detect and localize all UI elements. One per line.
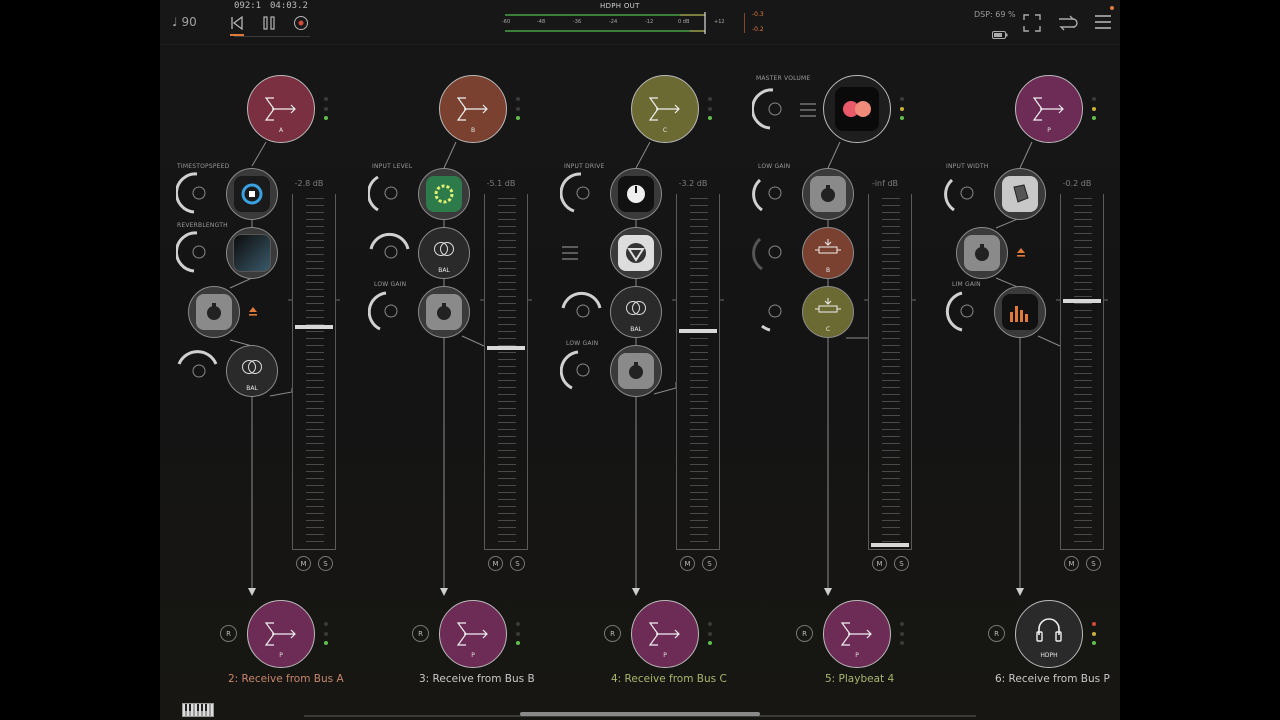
keyboard-button[interactable] — [182, 702, 214, 720]
home-indicator[interactable] — [520, 712, 760, 716]
fader-unity-marks — [288, 299, 1108, 301]
app-window: ♩ 90 092:1 04:03.2 HDPH OUT -60 -48 -36 … — [160, 0, 1120, 720]
keyboard-icon — [182, 703, 214, 717]
